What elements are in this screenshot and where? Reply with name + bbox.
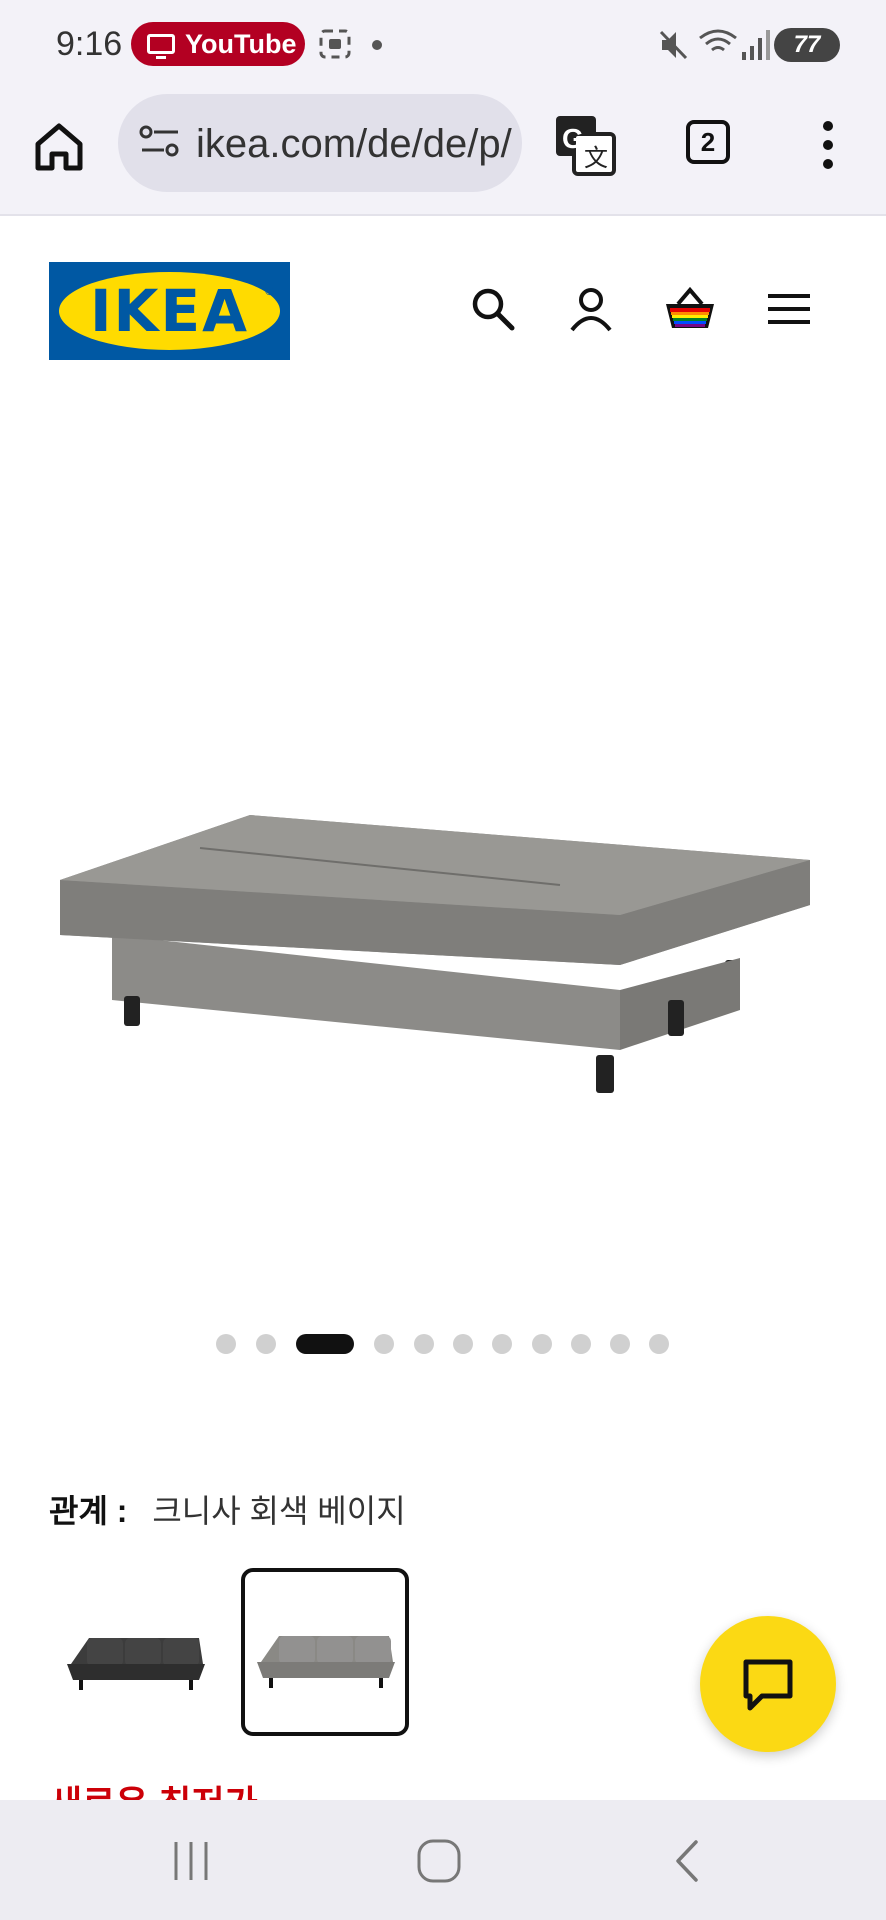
profile-icon[interactable] (568, 286, 614, 332)
carousel-dot[interactable] (256, 1334, 276, 1354)
color-value: 크니사 회색 베이지 (152, 1493, 406, 1529)
carousel-dot[interactable] (374, 1334, 394, 1354)
logo-registered: ® (265, 284, 274, 298)
translate-icon[interactable]: G 文 (554, 114, 616, 176)
carousel-dot-active[interactable] (296, 1334, 354, 1354)
basket-icon[interactable] (664, 286, 716, 332)
svg-text:G: G (562, 123, 584, 154)
carousel-dot[interactable] (414, 1334, 434, 1354)
status-bar: 9:16 YouTube 77 (0, 0, 886, 90)
screenshot-icon (319, 29, 351, 59)
signal-icon (742, 30, 770, 60)
site-info-icon[interactable] (138, 124, 182, 160)
tv-icon (147, 34, 175, 59)
carousel-dot[interactable] (649, 1334, 669, 1354)
system-navigation-bar (0, 1800, 886, 1920)
dark-grey-sofa-thumbnail (67, 1638, 205, 1690)
status-time: 9:16 (56, 25, 123, 63)
notification-dot (372, 40, 382, 50)
back-icon[interactable] (664, 1836, 714, 1886)
carousel-dot[interactable] (571, 1334, 591, 1354)
tabs-icon[interactable]: 2 (686, 120, 730, 164)
wifi-icon (699, 29, 737, 52)
search-icon[interactable] (470, 286, 516, 332)
home-icon[interactable] (30, 118, 88, 176)
chat-button[interactable] (700, 1616, 836, 1752)
svg-text:文: 文 (584, 144, 608, 172)
recents-icon[interactable] (166, 1836, 216, 1886)
url-bar[interactable]: ikea.com/de/de/p/ (118, 94, 522, 192)
home-nav-icon[interactable] (414, 1836, 464, 1886)
image-carousel-indicator (0, 1334, 886, 1354)
youtube-notification-pill[interactable]: YouTube (131, 22, 305, 66)
logo-text: IKEA (89, 277, 250, 345)
browser-toolbar: ikea.com/de/de/p/ G 文 2 (0, 90, 886, 216)
more-icon[interactable] (816, 120, 840, 170)
url-text: ikea.com/de/de/p/ (196, 122, 512, 166)
color-label: 관계 : (49, 1493, 128, 1529)
color-label-row: 관계 : 크니사 회색 베이지 (49, 1486, 406, 1532)
carousel-dot[interactable] (216, 1334, 236, 1354)
carousel-dot[interactable] (492, 1334, 512, 1354)
carousel-dot[interactable] (532, 1334, 552, 1354)
price-heading: 새로운 최저가 (49, 1774, 258, 1802)
mute-icon (659, 30, 688, 60)
battery-indicator: 77 (774, 28, 840, 62)
carousel-dot[interactable] (610, 1334, 630, 1354)
carousel-dot[interactable] (453, 1334, 473, 1354)
hamburger-menu-icon[interactable] (766, 286, 812, 332)
swatch-dark-grey[interactable] (49, 1568, 217, 1736)
product-image[interactable] (0, 400, 886, 1300)
chat-icon (743, 1659, 793, 1711)
youtube-pill-label: YouTube (185, 28, 297, 59)
ikea-logo[interactable]: IKEA ® (49, 262, 290, 360)
grey-beige-sofa-thumbnail (257, 1636, 395, 1688)
swatch-grey-beige[interactable] (241, 1568, 409, 1736)
